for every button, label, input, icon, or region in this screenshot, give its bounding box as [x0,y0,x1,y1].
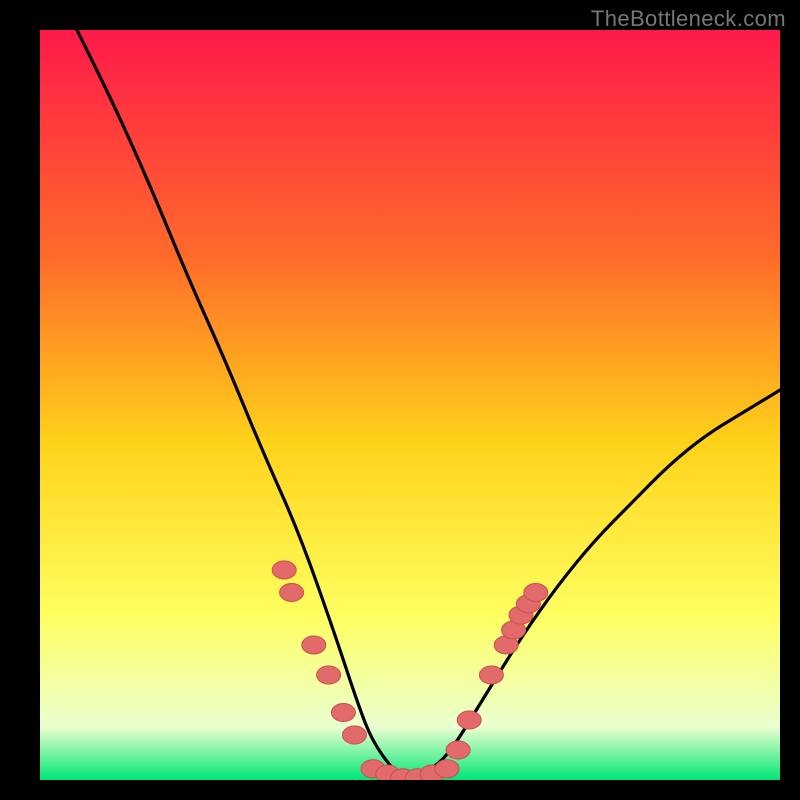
plot-area [40,30,780,780]
left-branch-dot [302,636,326,654]
right-branch-dot [479,666,503,684]
right-branch-dot [524,584,548,602]
left-branch-dot [317,666,341,684]
left-branch-dot [272,561,296,579]
chart-frame: TheBottleneck.com [0,0,800,800]
right-branch-dot [457,711,481,729]
right-branch-dot [446,741,470,759]
valley-dot [435,760,459,778]
gradient-bg [40,30,780,780]
chart-svg [40,30,780,780]
left-branch-dot [343,726,367,744]
left-branch-dot [280,584,304,602]
watermark-text: TheBottleneck.com [591,6,786,32]
left-branch-dot [331,704,355,722]
